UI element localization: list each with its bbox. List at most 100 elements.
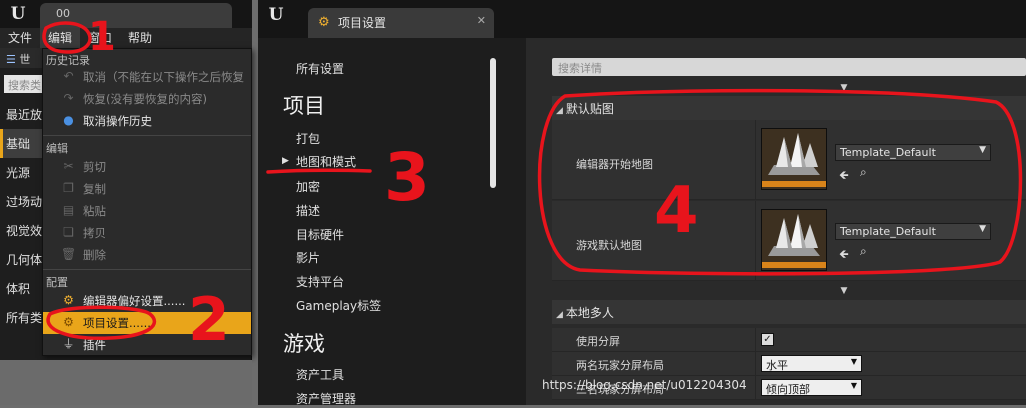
place-actors-search-input[interactable]: 搜索类 [4,75,42,93]
paste-menu-item[interactable]: ▤ 粘贴 [43,200,251,222]
gear-icon: ⚙ [63,315,74,329]
game-default-map-row: 游戏默认地图 Template_Default ▼ 🡸 ⌕ [552,201,1026,281]
editor-preferences-label: 编辑器偏好设置...... [83,294,186,308]
menu-divider [43,135,251,136]
three-player-layout-select[interactable]: 倾向顶部 ▼ [761,379,862,396]
copy-icon: ❐ [63,181,74,195]
nav-movies[interactable]: 影片 [296,249,320,266]
local-multiplayer-category[interactable]: ◢ 本地多人 [552,300,1026,324]
category-volumes[interactable]: 体积 [0,274,44,303]
default-maps-header: 默认贴图 [565,102,614,116]
chevron-down-icon: ▼ [979,224,986,234]
category-lights[interactable]: 光源 [0,158,44,187]
browse-search-icon[interactable]: ⌕ [860,165,867,180]
use-splitscreen-label: 使用分屏 [576,335,620,348]
menu-window[interactable]: 窗口 [80,28,120,48]
undo-menu-item[interactable]: ↶ 取消（不能在以下操作之后恢复 [43,66,251,88]
details-search-input[interactable]: 搜索详情 [552,58,1026,76]
nav-supported-platforms[interactable]: 支持平台 [296,273,344,290]
two-player-layout-select[interactable]: 水平 ▼ [761,355,862,372]
use-selected-arrow-icon[interactable]: 🡸 [839,245,849,266]
menu-help[interactable]: 帮助 [120,28,160,48]
editor-menu-bar: 文件 编辑 窗口 帮助 [0,28,252,48]
nav-asset-tools[interactable]: 资产工具 [296,366,344,383]
expand-arrow-icon[interactable]: ▼ [838,83,850,93]
two-player-layout-value: 水平 [766,359,788,372]
nav-maps-and-modes[interactable]: 地图和模式 [296,153,356,170]
cut-label: 剪切 [83,160,106,174]
game-default-map-combo[interactable]: Template_Default ▼ [835,223,991,240]
menu-file[interactable]: 文件 [0,28,40,48]
category-visual-effects[interactable]: 视觉效 [0,216,44,245]
nav-scrollbar[interactable] [490,58,496,188]
nav-all-settings[interactable]: 所有设置 [296,60,344,77]
scissors-icon: ✂ [63,159,74,173]
settings-navigation-panel: 所有设置 项目 打包 ▶ 地图和模式 加密 描述 目标硬件 影片 支持平台 Ga… [258,38,526,407]
world-label: 世 [19,53,31,66]
editor-startup-map-combo[interactable]: Template_Default ▼ [835,144,991,161]
redo-menu-item[interactable]: ↷ 恢复(没有要恢复的内容) [43,88,251,110]
plug-icon: ⏚ [62,337,75,351]
settings-title-bar: U ⚙ 项目设置 ✕ [258,0,1026,38]
column-divider [755,120,756,199]
watermark-text: https://blog.csdn.net/u012204304 [542,378,747,392]
map-thumbnail[interactable] [761,209,827,271]
gear-icon: ⚙ [63,293,74,307]
duplicate-icon: ❏ [63,225,74,239]
default-maps-category[interactable]: ◢ 默认贴图 [552,96,1026,120]
list-icon: ☰ [6,53,16,66]
nav-asset-manager[interactable]: 资产管理器 [296,390,356,407]
editor-title-bar: U 00 [0,0,252,28]
use-selected-arrow-icon[interactable]: 🡸 [839,166,849,187]
editor-preferences-menu-item[interactable]: ⚙ 编辑器偏好设置...... [43,290,251,312]
category-cinematic[interactable]: 过场动 [0,187,44,216]
nav-packaging[interactable]: 打包 [296,130,320,147]
project-settings-window: U ⚙ 项目设置 ✕ 所有设置 项目 打包 ▶ 地图和模式 加密 描述 目标硬件… [258,0,1026,407]
paste-icon: ▤ [62,203,75,217]
nav-encryption[interactable]: 加密 [296,178,320,195]
copy-menu-item[interactable]: ❐ 复制 [43,178,251,200]
category-geometry[interactable]: 几何体 [0,245,44,274]
nav-gameplay-tags[interactable]: Gameplay标签 [296,297,381,314]
unreal-logo-icon: U [10,4,26,24]
cut-menu-item[interactable]: ✂ 剪切 [43,156,251,178]
config-section-label: 配置 [46,276,68,289]
expand-arrow-icon[interactable]: ▼ [838,286,850,296]
delete-menu-item[interactable]: 🗑 删除 [43,244,251,266]
undo-history-label: 取消操作历史 [83,114,152,128]
menu-edit[interactable]: 编辑 [40,28,81,48]
column-divider [755,328,756,351]
local-multiplayer-header: 本地多人 [565,306,614,320]
column-divider [755,201,756,280]
trash-icon: 🗑 [61,247,77,261]
history-globe-icon: ● [63,113,74,127]
map-thumbnail[interactable] [761,128,827,190]
close-icon[interactable]: ✕ [477,14,486,27]
undo-history-menu-item[interactable]: ● 取消操作历史 [43,110,251,132]
use-splitscreen-checkbox[interactable]: ✓ [761,333,774,346]
undo-label: 取消（不能在以下操作之后恢复 [83,70,244,84]
game-default-map-label: 游戏默认地图 [576,239,642,252]
two-player-layout-row: 两名玩家分屏布局 水平 ▼ [552,352,1026,376]
chevron-down-icon: ▼ [850,357,857,366]
project-settings-label: 项目设置...... [83,316,151,330]
three-player-layout-value: 倾向顶部 [766,383,810,396]
browse-search-icon[interactable]: ⌕ [860,244,867,259]
column-divider [755,376,756,399]
category-recent[interactable]: 最近放 [0,100,44,129]
nav-target-hardware[interactable]: 目标硬件 [296,226,344,243]
project-settings-menu-item[interactable]: ⚙ 项目设置...... [43,312,251,334]
world-outliner-button[interactable]: ☰ 世 [0,48,44,68]
category-basic[interactable]: 基础 [0,129,44,158]
category-all-classes[interactable]: 所有类 [0,303,44,332]
chevron-down-icon: ▼ [850,381,857,390]
project-settings-tab[interactable]: ⚙ 项目设置 ✕ [308,8,494,38]
edit-section-label: 编辑 [46,142,68,155]
redo-label: 恢复(没有要恢复的内容) [83,92,207,106]
collapse-triangle-icon: ◢ [556,310,563,320]
game-default-map-value: Template_Default [840,225,936,238]
duplicate-menu-item[interactable]: ❏ 拷贝 [43,222,251,244]
level-tab[interactable]: 00 [40,3,232,28]
plugins-menu-item[interactable]: ⏚ 插件 [43,334,251,356]
nav-description[interactable]: 描述 [296,202,320,219]
